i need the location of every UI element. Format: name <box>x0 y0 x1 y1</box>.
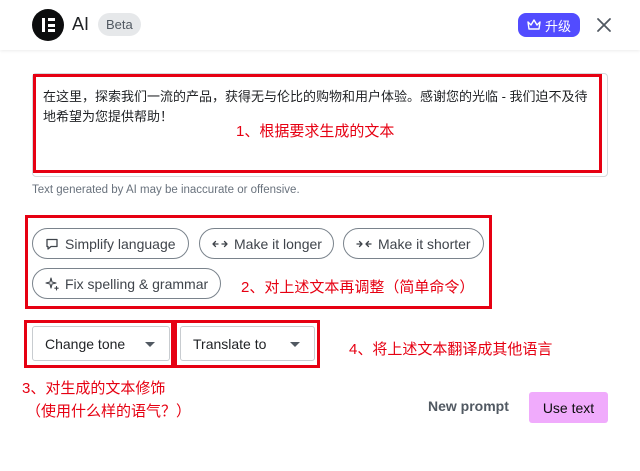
disclaimer-text: Text generated by AI may be inaccurate o… <box>32 184 300 196</box>
annotation-note-3-line2: （使用什么样的语气？） <box>26 403 192 420</box>
annotation-note-2: 2、对上述文本再调整（简单命令） <box>241 279 475 296</box>
elementor-logo-icon <box>32 9 64 41</box>
beta-badge: Beta <box>98 13 141 36</box>
annotation-note-4: 4、将上述文本翻译成其他语言 <box>349 341 553 358</box>
use-text-button[interactable]: Use text <box>529 392 608 423</box>
app-header: AI Beta 升级 <box>0 0 640 50</box>
app-title: AI <box>72 14 90 34</box>
close-icon[interactable] <box>593 14 615 36</box>
upgrade-label: 升级 <box>544 18 571 34</box>
crown-icon <box>527 19 541 30</box>
annotation-box-translate <box>174 320 320 368</box>
new-prompt-button[interactable]: New prompt <box>428 398 509 414</box>
annotation-note-1: 1、根据要求生成的文本 <box>236 123 395 140</box>
annotation-note-3-line1: 3、对生成的文本修饰 <box>22 380 166 397</box>
upgrade-button[interactable]: 升级 <box>518 13 580 37</box>
annotation-box-tone <box>24 320 174 368</box>
